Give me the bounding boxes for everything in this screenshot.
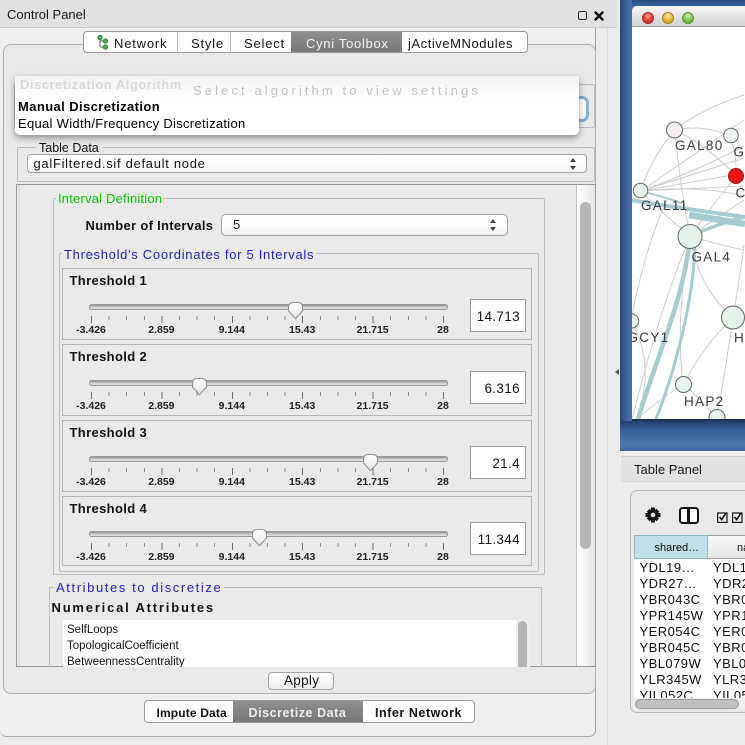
svg-text:GA: GA <box>734 145 745 160</box>
svg-text:GAL4: GAL4 <box>692 250 732 265</box>
svg-text:H: H <box>734 331 745 346</box>
svg-text:GAL80: GAL80 <box>675 138 724 153</box>
svg-text:GAL11: GAL11 <box>641 198 689 213</box>
svg-text:GCY1: GCY1 <box>632 330 669 345</box>
svg-text:C: C <box>736 186 745 201</box>
svg-text:HAP2: HAP2 <box>684 394 724 409</box>
